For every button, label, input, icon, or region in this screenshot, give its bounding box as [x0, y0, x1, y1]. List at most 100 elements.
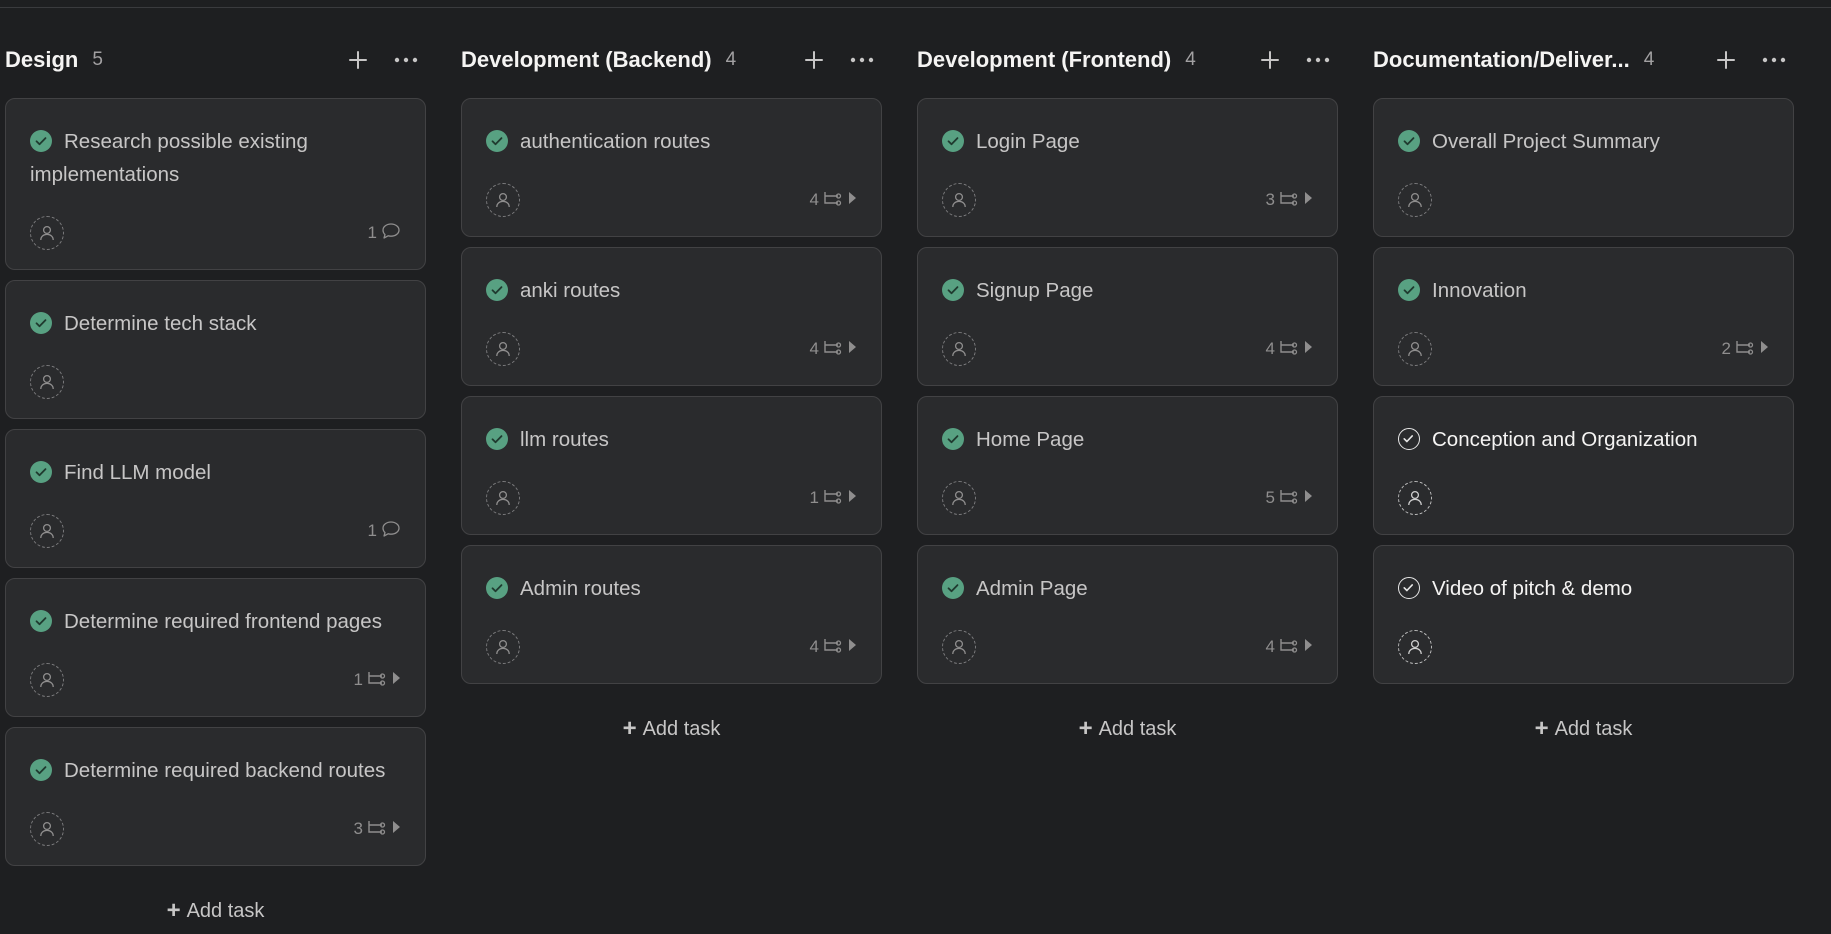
- task-footer: [1398, 480, 1769, 516]
- plus-icon[interactable]: [344, 46, 372, 74]
- task-footer: 1: [30, 215, 401, 251]
- task-title: Innovation: [1432, 279, 1527, 302]
- check-circle-filled-icon[interactable]: [30, 461, 52, 483]
- user-placeholder-icon[interactable]: [1398, 332, 1432, 366]
- triangle-right-icon: [1303, 488, 1313, 508]
- task-title: Determine required backend routes: [64, 759, 386, 782]
- task-card[interactable]: anki routes 4: [461, 247, 882, 386]
- task-card[interactable]: Determine required frontend pages 1: [5, 578, 426, 717]
- user-placeholder-icon[interactable]: [1398, 481, 1432, 515]
- check-circle-outline-icon[interactable]: [1398, 577, 1420, 599]
- subtask-count[interactable]: 3: [1266, 190, 1313, 211]
- check-circle-filled-icon[interactable]: [942, 279, 964, 301]
- check-circle-filled-icon[interactable]: [486, 279, 508, 301]
- subtask-icon: [1279, 488, 1299, 509]
- check-circle-outline-icon[interactable]: [1398, 428, 1420, 450]
- task-card[interactable]: Admin Page 4: [917, 545, 1338, 684]
- user-placeholder-icon[interactable]: [942, 332, 976, 366]
- plus-icon: +: [1534, 715, 1549, 742]
- more-horizontal-icon[interactable]: [848, 46, 876, 74]
- user-placeholder-icon[interactable]: [942, 481, 976, 515]
- subtask-count[interactable]: 4: [810, 637, 857, 658]
- user-placeholder-icon[interactable]: [1398, 630, 1432, 664]
- task-title: Determine required frontend pages: [64, 610, 382, 633]
- task-card[interactable]: authentication routes 4: [461, 98, 882, 237]
- subtask-icon: [823, 190, 843, 211]
- subtask-count[interactable]: 4: [1266, 637, 1313, 658]
- comment-count[interactable]: 1: [368, 520, 401, 543]
- task-title: authentication routes: [520, 130, 711, 153]
- task-card[interactable]: Signup Page 4: [917, 247, 1338, 386]
- subtask-count[interactable]: 3: [354, 819, 401, 840]
- task-title: Conception and Organization: [1432, 428, 1698, 451]
- task-card[interactable]: Innovation 2: [1373, 247, 1794, 386]
- user-placeholder-icon[interactable]: [486, 481, 520, 515]
- check-circle-filled-icon[interactable]: [486, 130, 508, 152]
- add-task-button[interactable]: + Add task: [917, 709, 1338, 749]
- check-circle-filled-icon[interactable]: [30, 610, 52, 632]
- add-task-button[interactable]: + Add task: [1373, 709, 1794, 749]
- user-placeholder-icon[interactable]: [1398, 183, 1432, 217]
- task-card[interactable]: Research possible existing implementatio…: [5, 98, 426, 270]
- plus-icon: +: [622, 715, 637, 742]
- user-placeholder-icon[interactable]: [486, 332, 520, 366]
- check-circle-filled-icon[interactable]: [30, 759, 52, 781]
- task-card[interactable]: Home Page 5: [917, 396, 1338, 535]
- user-placeholder-icon[interactable]: [30, 216, 64, 250]
- user-placeholder-icon[interactable]: [30, 663, 64, 697]
- meta-count: 3: [1265, 190, 1275, 209]
- subtask-count[interactable]: 1: [354, 670, 401, 691]
- subtask-count[interactable]: 5: [1266, 488, 1313, 509]
- check-circle-filled-icon[interactable]: [486, 577, 508, 599]
- comment-icon: [381, 520, 401, 543]
- more-horizontal-icon[interactable]: [1304, 46, 1332, 74]
- task-title-row: Overall Project Summary: [1398, 125, 1769, 158]
- task-footer: 4: [486, 182, 857, 218]
- check-circle-filled-icon[interactable]: [1398, 279, 1420, 301]
- subtask-icon: [823, 637, 843, 658]
- task-card[interactable]: Video of pitch & demo: [1373, 545, 1794, 684]
- task-card[interactable]: llm routes 1: [461, 396, 882, 535]
- column-header: Design 5: [5, 38, 426, 82]
- task-title: Find LLM model: [64, 461, 211, 484]
- check-circle-filled-icon[interactable]: [30, 130, 52, 152]
- task-card[interactable]: Find LLM model 1: [5, 429, 426, 568]
- task-card[interactable]: Determine required backend routes 3: [5, 727, 426, 866]
- add-task-button[interactable]: + Add task: [5, 891, 426, 931]
- comment-count[interactable]: 1: [368, 222, 401, 245]
- user-placeholder-icon[interactable]: [486, 630, 520, 664]
- check-circle-filled-icon[interactable]: [942, 577, 964, 599]
- add-task-label: Add task: [642, 717, 721, 740]
- task-card[interactable]: Overall Project Summary: [1373, 98, 1794, 237]
- task-footer: 4: [942, 629, 1313, 665]
- user-placeholder-icon[interactable]: [30, 812, 64, 846]
- task-card[interactable]: Conception and Organization: [1373, 396, 1794, 535]
- task-footer: [1398, 182, 1769, 218]
- task-card[interactable]: Determine tech stack: [5, 280, 426, 419]
- user-placeholder-icon[interactable]: [30, 514, 64, 548]
- subtask-count[interactable]: 4: [1266, 339, 1313, 360]
- subtask-count[interactable]: 4: [810, 339, 857, 360]
- check-circle-filled-icon[interactable]: [1398, 130, 1420, 152]
- task-card[interactable]: Login Page 3: [917, 98, 1338, 237]
- task-footer: 1: [486, 480, 857, 516]
- user-placeholder-icon[interactable]: [942, 630, 976, 664]
- task-card[interactable]: Admin routes 4: [461, 545, 882, 684]
- plus-icon[interactable]: [800, 46, 828, 74]
- subtask-count[interactable]: 4: [810, 190, 857, 211]
- subtask-count[interactable]: 1: [810, 488, 857, 509]
- check-circle-filled-icon[interactable]: [942, 428, 964, 450]
- check-circle-filled-icon[interactable]: [486, 428, 508, 450]
- task-title: Login Page: [976, 130, 1080, 153]
- subtask-count[interactable]: 2: [1722, 339, 1769, 360]
- user-placeholder-icon[interactable]: [486, 183, 520, 217]
- user-placeholder-icon[interactable]: [942, 183, 976, 217]
- user-placeholder-icon[interactable]: [30, 365, 64, 399]
- more-horizontal-icon[interactable]: [1760, 46, 1788, 74]
- plus-icon[interactable]: [1712, 46, 1740, 74]
- plus-icon[interactable]: [1256, 46, 1284, 74]
- check-circle-filled-icon[interactable]: [942, 130, 964, 152]
- add-task-button[interactable]: + Add task: [461, 709, 882, 749]
- more-horizontal-icon[interactable]: [392, 46, 420, 74]
- check-circle-filled-icon[interactable]: [30, 312, 52, 334]
